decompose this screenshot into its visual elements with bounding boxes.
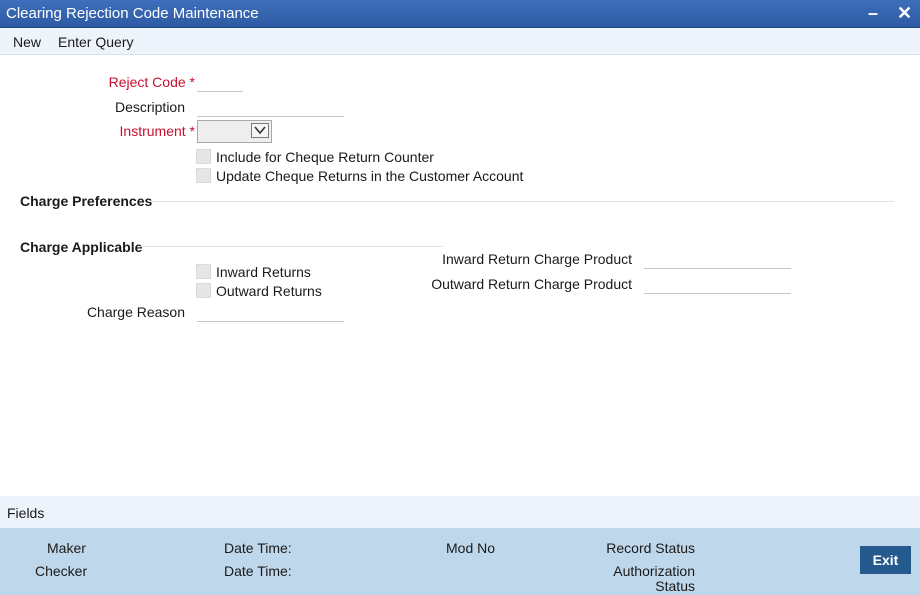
instrument-label: Instrument * [119, 123, 195, 139]
inward-return-charge-product-label: Inward Return Charge Product [442, 251, 632, 267]
charge-reason-input[interactable] [197, 300, 344, 322]
outward-return-charge-product-label: Outward Return Charge Product [431, 276, 632, 292]
checker-date-time-label: Date Time: [224, 563, 292, 579]
inward-returns-label: Inward Returns [216, 264, 311, 280]
maker-label: Maker [47, 540, 86, 556]
enter-query-menu-item[interactable]: Enter Query [58, 34, 133, 50]
update-cheque-returns-label: Update Cheque Returns in the Customer Ac… [216, 168, 524, 184]
fields-label[interactable]: Fields [7, 505, 44, 521]
authorization-status-label-line1: Authorization [613, 563, 695, 579]
reject-code-input[interactable] [197, 70, 243, 92]
include-cheque-return-counter-label: Include for Cheque Return Counter [216, 149, 434, 165]
description-label: Description [114, 99, 185, 115]
fields-bar[interactable]: Fields [0, 496, 920, 528]
update-cheque-returns-checkbox[interactable] [196, 168, 211, 183]
menu-bar: New Enter Query [0, 28, 920, 55]
reject-code-label: Reject Code * [108, 74, 195, 90]
charge-applicable-heading: Charge Applicable [20, 239, 143, 255]
charge-preferences-heading: Charge Preferences [20, 193, 153, 209]
exit-button[interactable]: Exit [860, 546, 911, 574]
description-input[interactable] [197, 95, 344, 117]
chevron-down-icon[interactable] [251, 123, 269, 138]
inward-returns-checkbox[interactable] [196, 264, 211, 279]
authorization-status-label-line2: Status [655, 578, 695, 594]
charge-applicable-divider [140, 246, 443, 247]
window-titlebar: Clearing Rejection Code Maintenance – ✕ [0, 0, 920, 28]
maker-date-time-label: Date Time: [224, 540, 292, 556]
charge-reason-label: Charge Reason [86, 304, 185, 320]
outward-return-charge-product-input[interactable] [644, 272, 791, 294]
inward-return-charge-product-input[interactable] [644, 247, 791, 269]
checker-label: Checker [35, 563, 88, 579]
outward-returns-label: Outward Returns [216, 283, 322, 299]
charge-preferences-divider [148, 201, 894, 202]
new-menu-item[interactable]: New [13, 34, 41, 50]
window-title: Clearing Rejection Code Maintenance [6, 5, 259, 22]
record-status-label: Record Status [606, 540, 695, 556]
include-cheque-return-counter-checkbox[interactable] [196, 149, 211, 164]
close-icon[interactable]: ✕ [897, 3, 912, 23]
instrument-select[interactable] [197, 120, 272, 143]
audit-footer [0, 528, 920, 595]
minimize-icon[interactable]: – [868, 3, 878, 23]
mod-no-label: Mod No [446, 540, 496, 556]
outward-returns-checkbox[interactable] [196, 283, 211, 298]
